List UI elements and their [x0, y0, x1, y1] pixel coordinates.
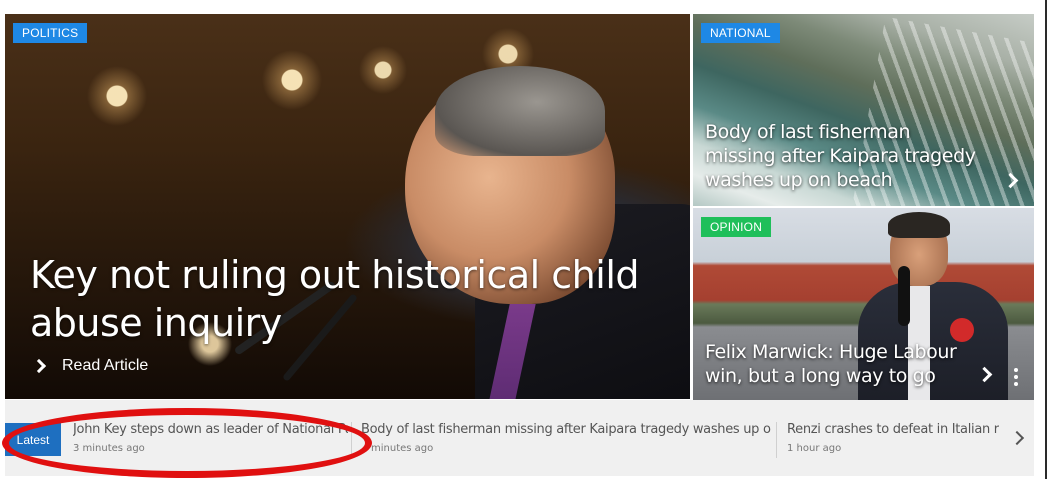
page-edge-scrollbar[interactable]: [1042, 0, 1050, 479]
category-tag-national[interactable]: NATIONAL: [701, 23, 780, 43]
ticker-item-title[interactable]: Renzi crashes to defeat in Italian refer…: [787, 422, 999, 437]
category-tag-opinion[interactable]: OPINION: [701, 217, 772, 237]
ticker-item[interactable]: John Key steps down as leader of Nationa…: [73, 422, 348, 462]
latest-label: Latest: [5, 423, 61, 456]
national-story-headline[interactable]: Body of last fisherman missing after Kai…: [705, 120, 985, 192]
rosette-graphic: [950, 318, 974, 342]
ticker-next-arrow-icon[interactable]: [1009, 430, 1025, 446]
ticker-item[interactable]: Body of last fisherman missing after Kai…: [361, 422, 771, 462]
hero-headline[interactable]: Key not ruling out historical child abus…: [30, 251, 670, 347]
chevron-right-icon: [31, 358, 47, 374]
national-story-card[interactable]: NATIONAL Body of last fisherman missing …: [693, 14, 1034, 206]
category-tag-politics[interactable]: POLITICS: [13, 23, 88, 43]
ticker-divider: [776, 422, 777, 458]
latest-news-ticker: Latest John Key steps down as leader of …: [5, 400, 1034, 476]
opinion-story-card[interactable]: OPINION Felix Marwick: Huge Labour win, …: [693, 208, 1034, 400]
read-article-link[interactable]: Read Article: [31, 357, 149, 375]
ticker-item-time: 1 hour ago: [787, 443, 842, 454]
news-page: POLITICS Key not ruling out historical c…: [0, 0, 1050, 479]
hero-story-card[interactable]: POLITICS Key not ruling out historical c…: [5, 14, 690, 399]
person-hair: [888, 212, 950, 238]
ticker-divider: [351, 422, 352, 458]
more-options-icon[interactable]: [1014, 368, 1018, 386]
hero-image-hair: [435, 66, 605, 156]
opinion-story-headline[interactable]: Felix Marwick: Huge Labour win, but a lo…: [705, 340, 995, 388]
ticker-item-title[interactable]: John Key steps down as leader of Nationa…: [73, 422, 348, 437]
ticker-item[interactable]: Renzi crashes to defeat in Italian refer…: [787, 422, 999, 462]
ticker-item-time: minutes ago: [371, 443, 434, 454]
read-article-label: Read Article: [62, 357, 149, 374]
ticker-item-title[interactable]: Body of last fisherman missing after Kai…: [361, 422, 771, 437]
ticker-item-time: 3 minutes ago: [73, 443, 145, 454]
microphone-graphic: [898, 266, 910, 326]
